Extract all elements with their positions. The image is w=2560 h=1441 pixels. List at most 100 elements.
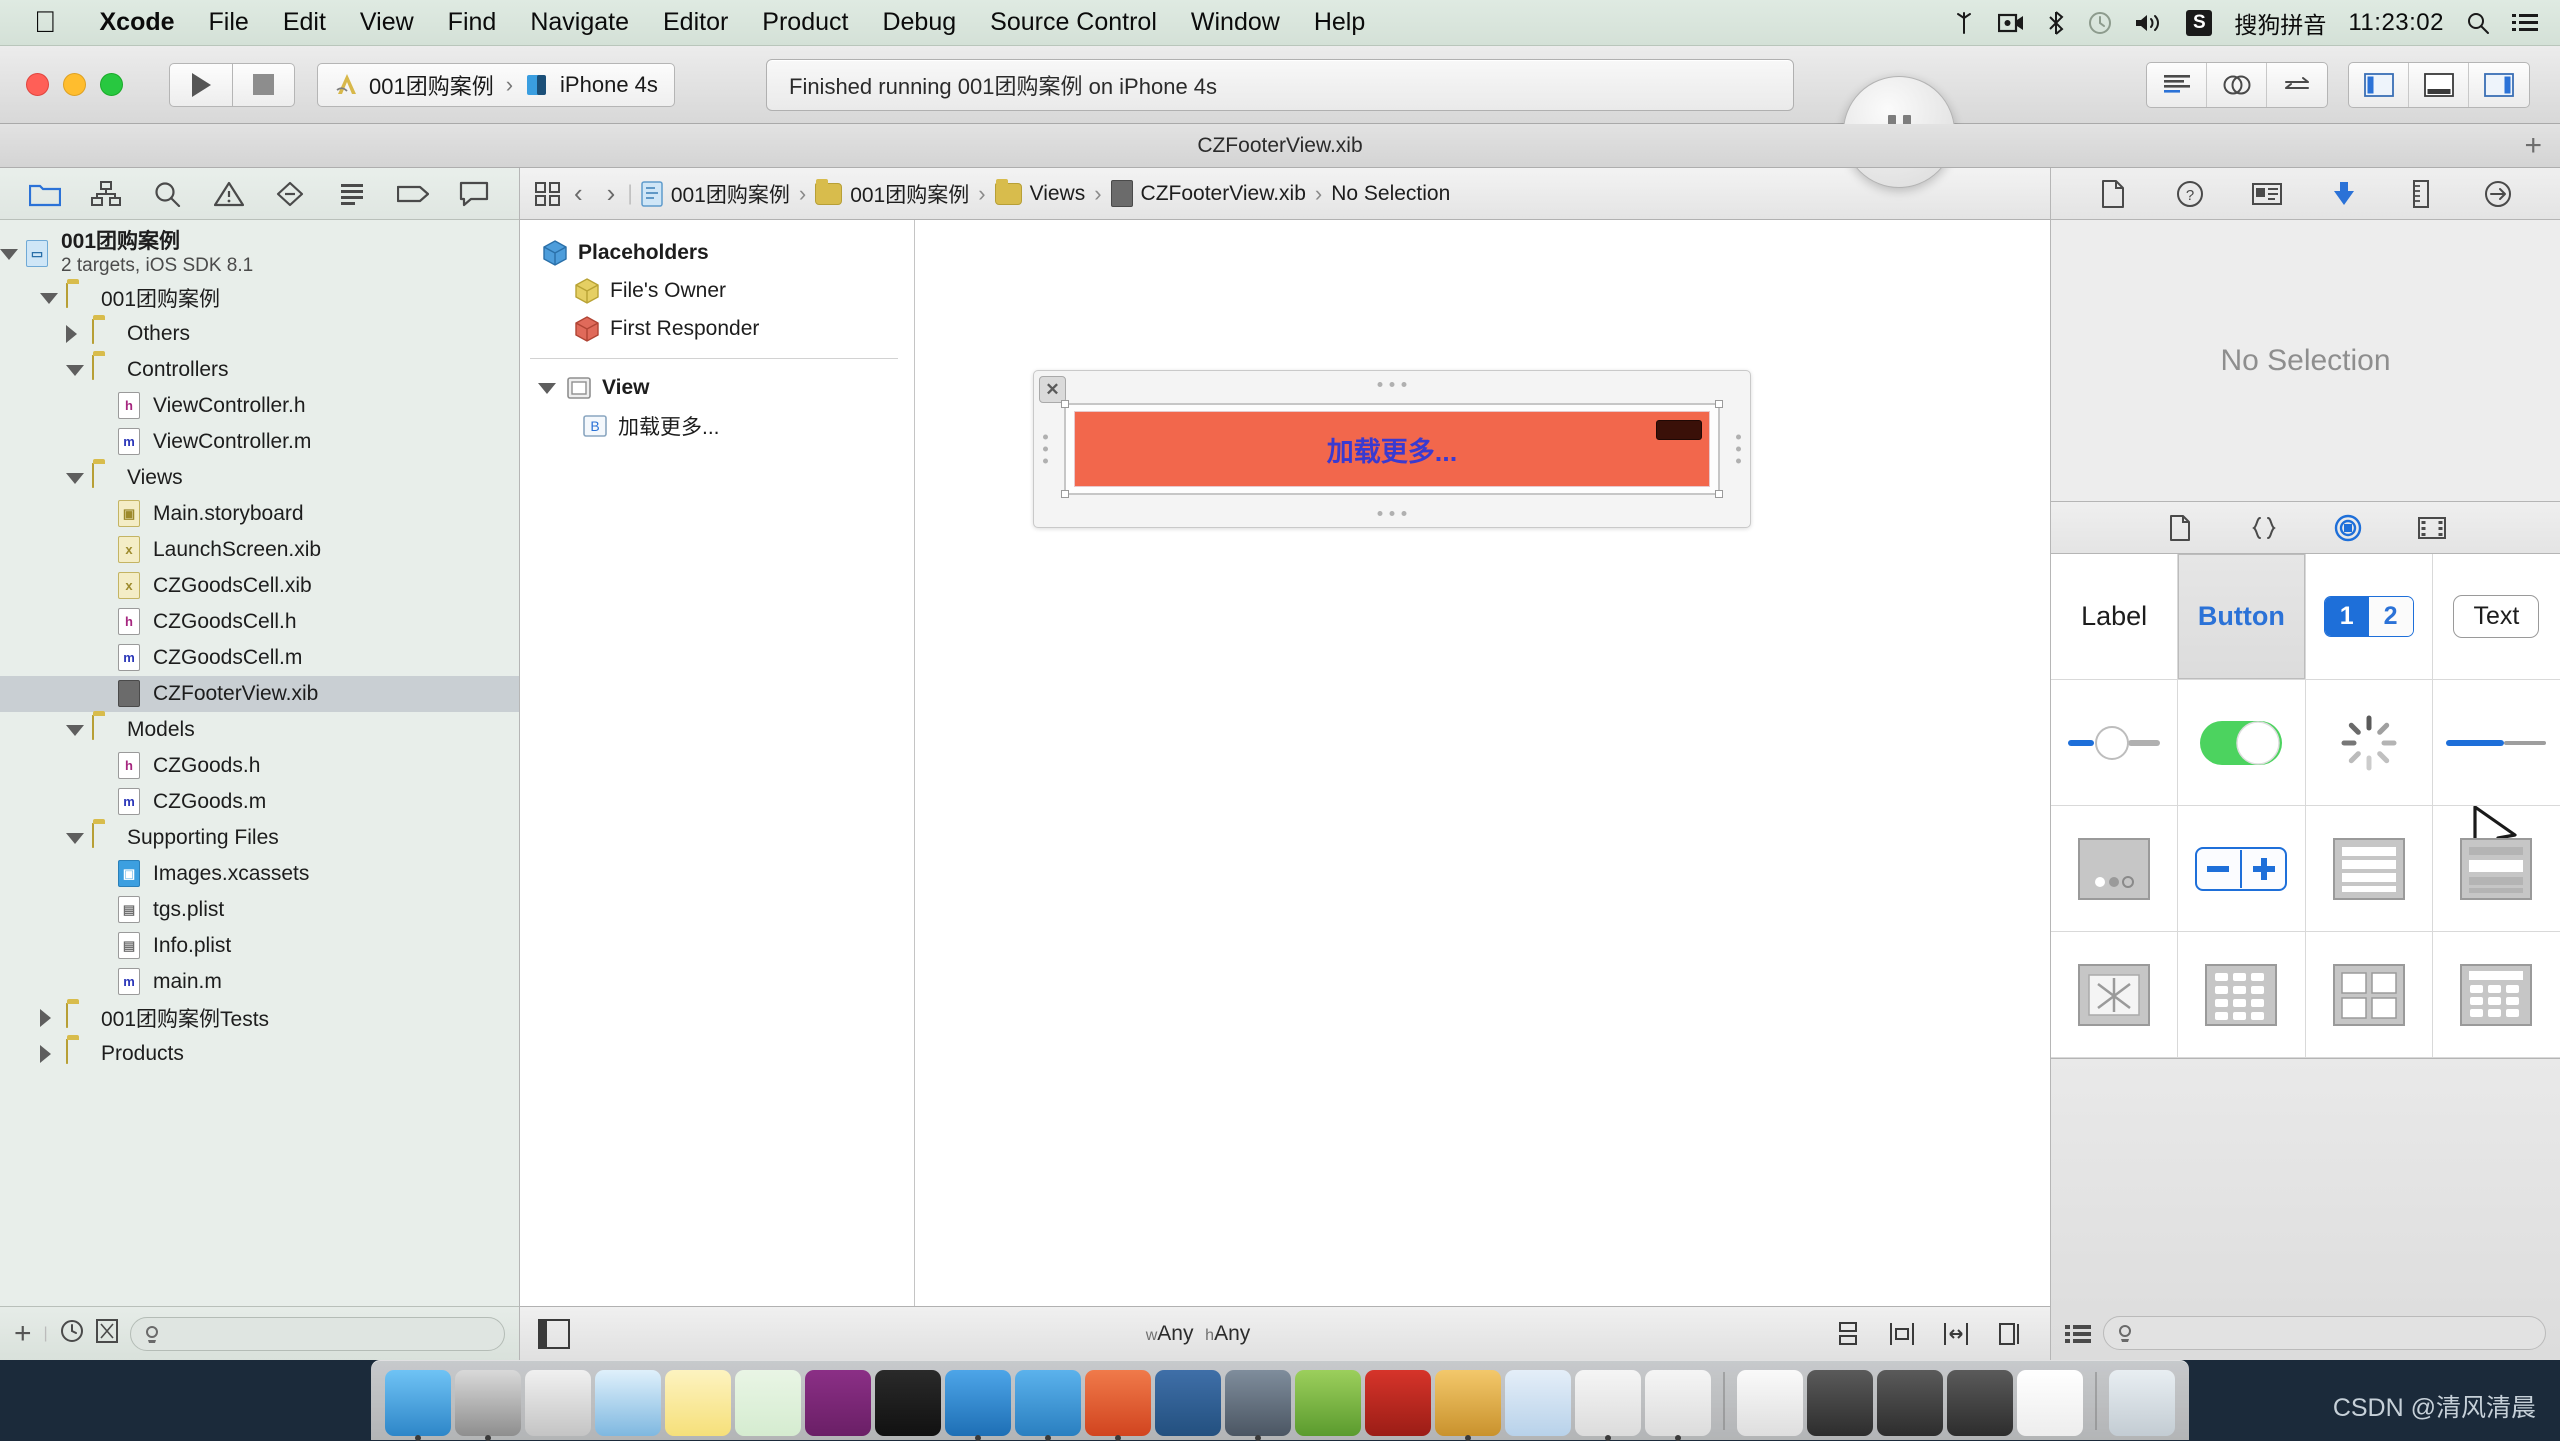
list-icon[interactable] <box>2512 12 2538 34</box>
page-control-object[interactable] <box>2051 806 2178 932</box>
tree-row-viewcontroller-m[interactable]: mViewController.m <box>0 424 519 460</box>
file-inspector-tab[interactable] <box>2092 176 2134 212</box>
run-button[interactable] <box>169 63 233 107</box>
dock-icon-snipping-tool[interactable] <box>1155 1370 1221 1436</box>
ib-canvas[interactable]: ✕ 加载更多... <box>915 220 2050 1306</box>
breakpoint-navigator-tab[interactable] <box>391 176 435 212</box>
dock-icon-quicktime[interactable] <box>1225 1370 1291 1436</box>
standard-editor-button[interactable] <box>2147 63 2207 107</box>
find-navigator-tab[interactable] <box>145 176 189 212</box>
resize-handle-tr[interactable] <box>1715 400 1723 408</box>
dock-icon-downloads-stack-1[interactable] <box>1807 1370 1873 1436</box>
segmented-control-object[interactable]: 12 <box>2306 554 2433 680</box>
menu-source-control[interactable]: Source Control <box>973 8 1174 37</box>
related-files-icon[interactable] <box>534 181 562 207</box>
tree-row-czgoods-h[interactable]: hCZGoods.h <box>0 748 519 784</box>
media-library-tab[interactable] <box>2412 511 2452 545</box>
video-camera-icon[interactable] <box>1998 13 2024 33</box>
menu-editor[interactable]: Editor <box>646 8 745 37</box>
minimize-window-button[interactable] <box>63 73 86 96</box>
tree-row-czfooterview-xib[interactable]: CZFooterView.xib <box>0 676 519 712</box>
dock-icon-xcode[interactable] <box>945 1370 1011 1436</box>
button-object[interactable]: Button <box>2178 554 2305 680</box>
dock-icon-notes[interactable] <box>665 1370 731 1436</box>
issue-navigator-tab[interactable] <box>207 176 251 212</box>
add-file-button[interactable]: + <box>14 1317 32 1351</box>
align-button[interactable] <box>1880 1316 1924 1352</box>
quick-help-inspector-tab[interactable]: ? <box>2169 176 2211 212</box>
dock-icon-system-preferences[interactable] <box>455 1370 521 1436</box>
assistant-editor-button[interactable] <box>2207 63 2267 107</box>
ib-outline-view[interactable]: Placeholders File's Owner First Responde… <box>520 220 915 1306</box>
tree-row-czgoodscell-m[interactable]: mCZGoodsCell.m <box>0 640 519 676</box>
test-navigator-tab[interactable] <box>268 176 312 212</box>
resize-handle-tl[interactable] <box>1061 400 1069 408</box>
close-window-button[interactable] <box>26 73 49 96</box>
symbol-navigator-tab[interactable] <box>84 176 128 212</box>
library-filter-field[interactable] <box>2103 1316 2546 1350</box>
search-icon[interactable] <box>2466 11 2490 35</box>
active-tab-title[interactable]: CZFooterView.xib <box>1197 134 1362 158</box>
dock-icon-image-editor[interactable] <box>1435 1370 1501 1436</box>
object-library-tab[interactable] <box>2328 511 2368 545</box>
dock-icon-excel[interactable] <box>735 1370 801 1436</box>
outline-item-load-more-button[interactable]: B 加载更多... <box>520 407 914 445</box>
menu-navigate[interactable]: Navigate <box>513 8 646 37</box>
dock-icon-terminal[interactable] <box>875 1370 941 1436</box>
object-library-grid[interactable]: LabelButton12Text <box>2051 554 2560 1058</box>
tree-row-main-m[interactable]: mmain.m <box>0 964 519 1000</box>
stack-button[interactable] <box>1826 1316 1870 1352</box>
tree-row-tgs-plist[interactable]: ▤tgs.plist <box>0 892 519 928</box>
version-editor-button[interactable] <box>2267 63 2327 107</box>
dock-icon-word[interactable] <box>1505 1370 1571 1436</box>
breadcrumb-item-0[interactable]: 001团购案例 <box>641 179 790 209</box>
zoom-window-button[interactable] <box>100 73 123 96</box>
list-view-icon[interactable] <box>2065 1323 2091 1350</box>
dock-icon-simulator[interactable] <box>1015 1370 1081 1436</box>
label-object[interactable]: Label <box>2051 554 2178 680</box>
tree-row-models[interactable]: Models <box>0 712 519 748</box>
menu-view[interactable]: View <box>343 8 431 37</box>
tree-row-main-storyboard[interactable]: ▣Main.storyboard <box>0 496 519 532</box>
disclosure-triangle[interactable] <box>0 249 18 260</box>
tree-row-products[interactable]: Products <box>0 1036 519 1072</box>
disclosure-triangle[interactable] <box>66 325 84 343</box>
bluetooth-icon[interactable] <box>2046 11 2066 35</box>
table-view-cell-object[interactable] <box>2433 806 2560 932</box>
image-view-object[interactable] <box>2051 932 2178 1058</box>
dock-icon-preview-b[interactable] <box>1645 1370 1711 1436</box>
clock-icon[interactable] <box>2088 11 2112 35</box>
dock-icon-finder[interactable] <box>385 1370 451 1436</box>
outline-placeholders-group[interactable]: Placeholders <box>520 234 914 272</box>
tree-row-views[interactable]: Views <box>0 460 519 496</box>
menu-file[interactable]: File <box>192 8 266 37</box>
connections-inspector-tab[interactable] <box>2477 176 2519 212</box>
navigator-filter-field[interactable] <box>130 1317 505 1351</box>
dock-icon-preview-a[interactable] <box>1575 1370 1641 1436</box>
resize-handle-bl[interactable] <box>1061 490 1069 498</box>
tree-row-001团购案例tests[interactable]: 001团购案例Tests <box>0 1000 519 1036</box>
toggle-debug-area-button[interactable] <box>2409 63 2469 107</box>
breadcrumb-item-1[interactable]: 001团购案例 <box>815 179 969 209</box>
apple-logo-icon[interactable]:  <box>34 8 57 38</box>
tree-row-launchscreen-xib[interactable]: xLaunchScreen.xib <box>0 532 519 568</box>
collection-view-object[interactable] <box>2178 932 2305 1058</box>
dock-icon-trash[interactable] <box>2109 1370 2175 1436</box>
breadcrumb-item-2[interactable]: Views <box>995 182 1086 206</box>
stepper-object[interactable] <box>2178 806 2305 932</box>
tree-row-images-xcassets[interactable]: ▣Images.xcassets <box>0 856 519 892</box>
resize-handle-br[interactable] <box>1715 490 1723 498</box>
debug-navigator-tab[interactable] <box>330 176 374 212</box>
breadcrumb-item-4[interactable]: No Selection <box>1331 182 1450 206</box>
project-navigator-tab[interactable] <box>23 176 67 212</box>
disclosure-triangle[interactable] <box>66 365 84 376</box>
disclosure-triangle[interactable] <box>40 1045 58 1063</box>
code-snippet-library-tab[interactable] <box>2244 511 2284 545</box>
outline-item-files-owner[interactable]: File's Owner <box>520 272 914 310</box>
pin-button[interactable] <box>1934 1316 1978 1352</box>
sogou-ime-badge[interactable]: S <box>2186 10 2212 36</box>
dock-icon-documents-stack[interactable] <box>1737 1370 1803 1436</box>
dock-icon-filezilla[interactable] <box>1365 1370 1431 1436</box>
recent-filter-button[interactable] <box>60 1319 84 1348</box>
breadcrumb-item-3[interactable]: CZFooterView.xib <box>1111 180 1306 207</box>
